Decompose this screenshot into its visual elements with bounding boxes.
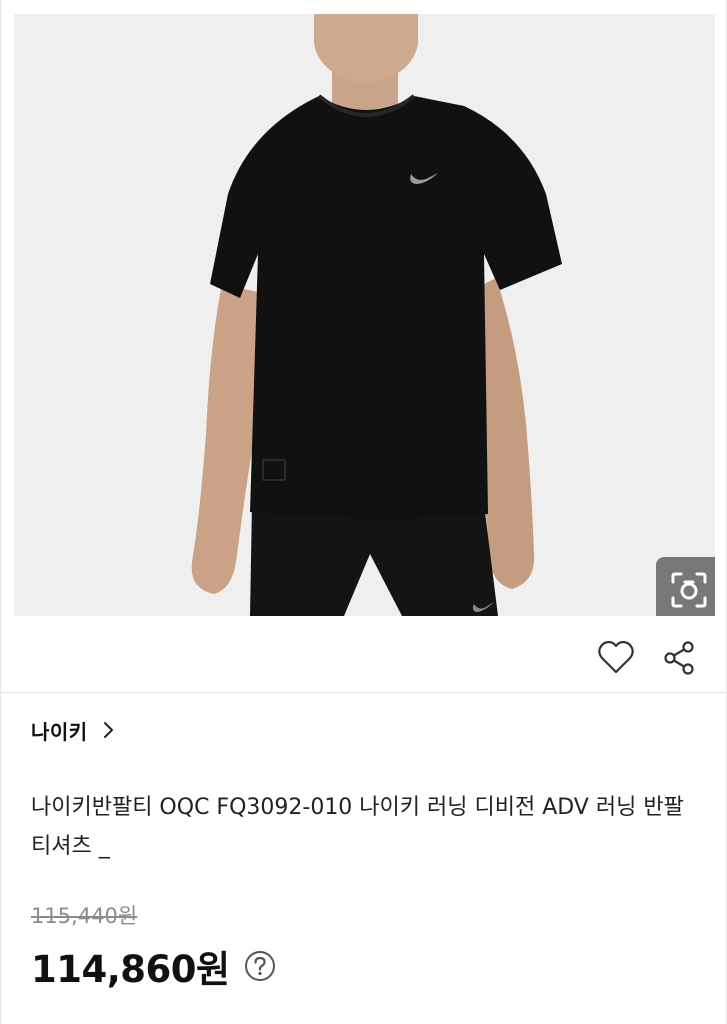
heart-icon (597, 640, 635, 679)
image-search-icon (669, 570, 709, 610)
product-title: 나이키반팔티 OQC FQ3092-010 나이키 러닝 디비전 ADV 러닝 … (31, 795, 684, 859)
product-action-row (1, 624, 727, 692)
share-button[interactable] (657, 638, 701, 682)
image-search-button[interactable] (656, 557, 715, 616)
price-row: 114,860원 (31, 938, 276, 994)
brand-name: 나이키 (31, 719, 88, 744)
share-icon (662, 640, 696, 680)
product-photo-illustration (14, 14, 715, 616)
original-price: 115,440원 (31, 904, 138, 928)
product-image[interactable] (14, 14, 715, 616)
product-detail-page: 나이키 나이키반팔티 OQC FQ3092-010 나이키 러닝 디비전 ADV… (0, 0, 727, 1024)
chevron-right-icon (102, 721, 114, 739)
question-circle-icon[interactable] (244, 950, 276, 982)
brand-link[interactable]: 나이키 (31, 712, 114, 748)
sale-price: 114,860원 (31, 948, 230, 991)
like-button[interactable] (594, 638, 638, 682)
section-divider (1, 692, 727, 693)
